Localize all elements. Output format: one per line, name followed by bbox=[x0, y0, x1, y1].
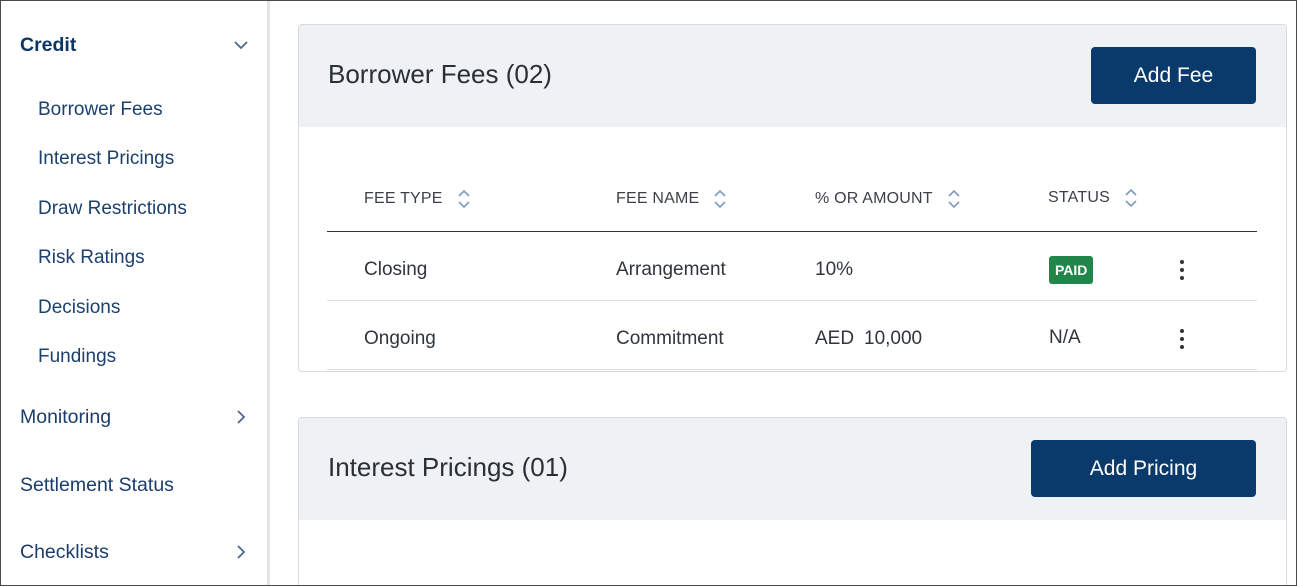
borrower-fees-card: Borrower Fees (02) Add Fee FEE TYPE FEE … bbox=[298, 24, 1287, 372]
sidebar-group-settlement-status[interactable]: Settlement Status bbox=[20, 470, 249, 500]
sort-icon bbox=[948, 189, 960, 209]
cell-amount-currency: AED bbox=[815, 328, 855, 349]
column-header-label: FEE TYPE bbox=[364, 190, 443, 207]
sidebar-group-label: Credit bbox=[20, 33, 77, 56]
interest-pricings-card: Interest Pricings (01) Add Pricing bbox=[298, 417, 1287, 585]
add-pricing-button[interactable]: Add Pricing bbox=[1031, 440, 1256, 497]
column-header-label: % OR AMOUNT bbox=[815, 190, 933, 207]
sidebar-item-label: Draw Restrictions bbox=[38, 198, 187, 219]
column-header-amount[interactable]: % OR AMOUNT bbox=[815, 188, 961, 210]
row-actions-kebab-icon[interactable] bbox=[1175, 252, 1189, 288]
sidebar-item-label: Fundings bbox=[38, 346, 117, 367]
sidebar-item-fundings[interactable]: Fundings bbox=[38, 343, 116, 371]
column-header-status[interactable]: STATUS bbox=[1048, 187, 1138, 209]
sort-icon bbox=[714, 189, 726, 209]
column-header-fee-type[interactable]: FEE TYPE bbox=[364, 188, 471, 210]
cell-amount: 10% bbox=[815, 259, 854, 280]
column-header-label: STATUS bbox=[1048, 189, 1110, 206]
chevron-right-icon bbox=[237, 410, 246, 424]
cell-amount: 10,000 bbox=[864, 328, 923, 349]
sidebar-group-checklists[interactable]: Checklists bbox=[20, 537, 249, 567]
chevron-down-icon bbox=[234, 41, 248, 50]
sidebar-group-monitoring[interactable]: Monitoring bbox=[20, 402, 249, 432]
sidebar-item-label: Borrower Fees bbox=[38, 99, 163, 120]
sidebar: Credit Borrower Fees Interest Pricings D… bbox=[1, 1, 269, 585]
status-badge-paid: PAID bbox=[1049, 256, 1094, 284]
main-content: Borrower Fees (02) Add Fee FEE TYPE FEE … bbox=[270, 1, 1296, 585]
sidebar-item-interest-pricings[interactable]: Interest Pricings bbox=[38, 145, 174, 173]
sort-icon bbox=[458, 189, 470, 209]
add-fee-button[interactable]: Add Fee bbox=[1091, 47, 1256, 104]
row-divider bbox=[327, 369, 1257, 370]
app-window: Credit Borrower Fees Interest Pricings D… bbox=[0, 0, 1297, 586]
sidebar-item-label: Risk Ratings bbox=[38, 247, 145, 268]
table-header-divider bbox=[327, 231, 1257, 232]
column-header-fee-name[interactable]: FEE NAME bbox=[616, 188, 727, 210]
sidebar-item-risk-ratings[interactable]: Risk Ratings bbox=[38, 244, 145, 272]
sidebar-item-borrower-fees[interactable]: Borrower Fees bbox=[38, 96, 163, 124]
cell-fee-type: Ongoing bbox=[364, 328, 436, 349]
chevron-right-icon bbox=[237, 545, 246, 559]
row-divider bbox=[327, 300, 1257, 301]
sidebar-item-decisions[interactable]: Decisions bbox=[38, 294, 120, 322]
sidebar-group-credit[interactable]: Credit bbox=[20, 30, 249, 60]
sidebar-group-label: Checklists bbox=[20, 540, 109, 563]
sort-icon bbox=[1125, 188, 1137, 208]
sidebar-item-label: Interest Pricings bbox=[38, 148, 175, 169]
sidebar-item-draw-restrictions[interactable]: Draw Restrictions bbox=[38, 195, 187, 223]
card-title: Interest Pricings (01) bbox=[328, 452, 568, 482]
sidebar-group-label: Monitoring bbox=[20, 405, 112, 428]
sidebar-group-label: Settlement Status bbox=[20, 473, 174, 496]
cell-fee-name: Commitment bbox=[616, 328, 724, 349]
card-title: Borrower Fees (02) bbox=[328, 59, 552, 89]
cell-status: N/A bbox=[1049, 327, 1081, 348]
cell-fee-name: Arrangement bbox=[616, 259, 726, 280]
column-header-label: FEE NAME bbox=[616, 190, 700, 207]
cell-fee-type: Closing bbox=[364, 259, 428, 280]
sidebar-item-label: Decisions bbox=[38, 297, 121, 318]
row-actions-kebab-icon[interactable] bbox=[1175, 321, 1189, 357]
